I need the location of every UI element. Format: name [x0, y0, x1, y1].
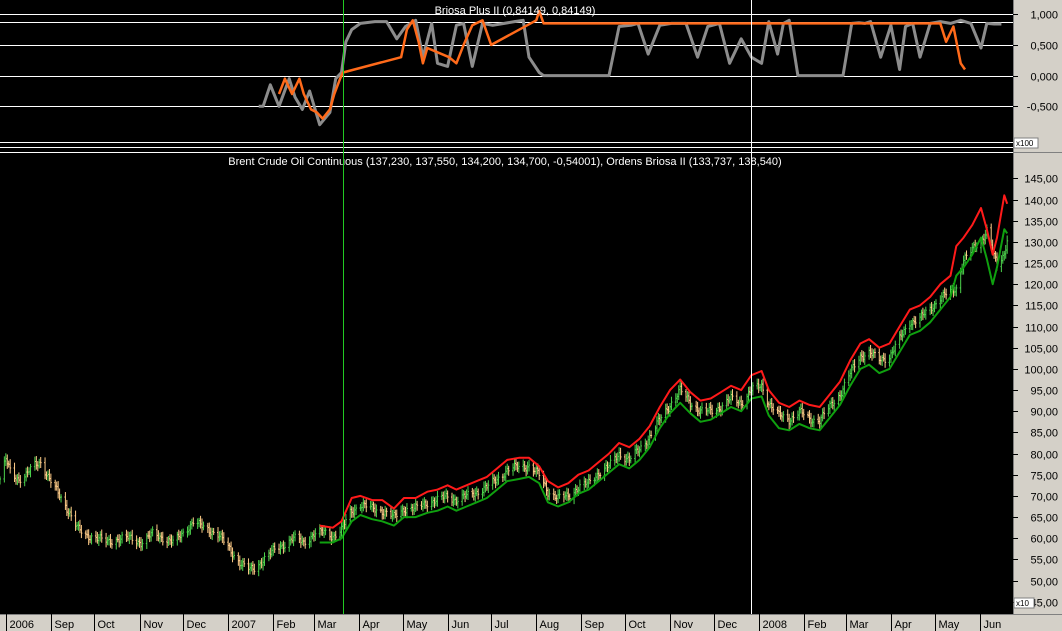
- price-tick-label: 120,00: [1024, 280, 1058, 292]
- price-tick-label: 85,00: [1030, 428, 1058, 440]
- x-tick-label: 2007: [232, 619, 256, 631]
- price-tick-label: 125,00: [1024, 259, 1058, 271]
- x-tick-label: Nov: [674, 619, 694, 631]
- oscillator-tick-label: -0,500: [1027, 102, 1058, 114]
- price-tick-label: 50,00: [1030, 577, 1058, 589]
- price-tick-label: 135,00: [1024, 217, 1058, 229]
- price-tick-label: 100,00: [1024, 365, 1058, 377]
- x-tick-label: Sep: [55, 619, 75, 631]
- price-tick-label: 75,00: [1030, 471, 1058, 483]
- x-tick-label: 2008: [763, 619, 787, 631]
- price-tick-label: 145,00: [1024, 174, 1058, 186]
- x-tick-label: Aug: [540, 619, 560, 631]
- price-tick-label: 60,00: [1030, 534, 1058, 546]
- price-title: Brent Crude Oil Continuous (137,230, 137…: [228, 156, 781, 168]
- chart-background: [0, 0, 1062, 631]
- price-tick-label: 90,00: [1030, 407, 1058, 419]
- x-tick-label: Jun: [452, 619, 470, 631]
- x-tick-label: 2006: [10, 619, 34, 631]
- price-scale-note: x10: [1016, 599, 1029, 608]
- oscillator-title: Briosa Plus II (0,84149, 0,84149): [435, 5, 596, 17]
- x-tick-label: Jul: [495, 619, 509, 631]
- x-tick-label: Apr: [895, 619, 912, 631]
- x-tick-label: Mar: [850, 619, 869, 631]
- price-tick-label: 110,00: [1025, 323, 1058, 335]
- price-tick-label: 80,00: [1030, 450, 1058, 462]
- price-tick-label: 55,00: [1030, 555, 1058, 567]
- price-tick-label: 105,00: [1024, 344, 1058, 356]
- oscillator-scale-note: x100: [1016, 139, 1034, 148]
- x-tick-label: Nov: [144, 619, 164, 631]
- x-tick-label: Dec: [187, 619, 207, 631]
- oscillator-tick-label: 1,000: [1030, 10, 1058, 22]
- oscillator-tick-label: 0,000: [1030, 72, 1058, 84]
- x-tick-label: Jun: [984, 619, 1002, 631]
- x-tick-label: Mar: [318, 619, 337, 631]
- price-tick-label: 140,00: [1024, 196, 1058, 208]
- price-tick-label: 115,00: [1025, 301, 1058, 313]
- price-tick-label: 70,00: [1030, 492, 1058, 504]
- price-tick-label: 95,00: [1030, 386, 1058, 398]
- x-tick-label: May: [939, 619, 960, 631]
- price-tick-label: 45,00: [1030, 598, 1058, 610]
- oscillator-tick-label: 0,500: [1030, 41, 1058, 53]
- x-tick-label: Apr: [363, 619, 380, 631]
- x-tick-label: Feb: [808, 619, 827, 631]
- x-tick-label: Oct: [98, 619, 115, 631]
- x-tick-label: Oct: [629, 619, 646, 631]
- price-tick-label: 130,00: [1024, 238, 1058, 250]
- x-tick-label: May: [407, 619, 428, 631]
- x-tick-label: Sep: [585, 619, 605, 631]
- price-tick-label: 65,00: [1030, 513, 1058, 525]
- x-tick-label: Dec: [718, 619, 738, 631]
- x-tick-label: Feb: [277, 619, 296, 631]
- chart-area: Briosa Plus II (0,84149, 0,84149) Brent …: [0, 0, 1062, 631]
